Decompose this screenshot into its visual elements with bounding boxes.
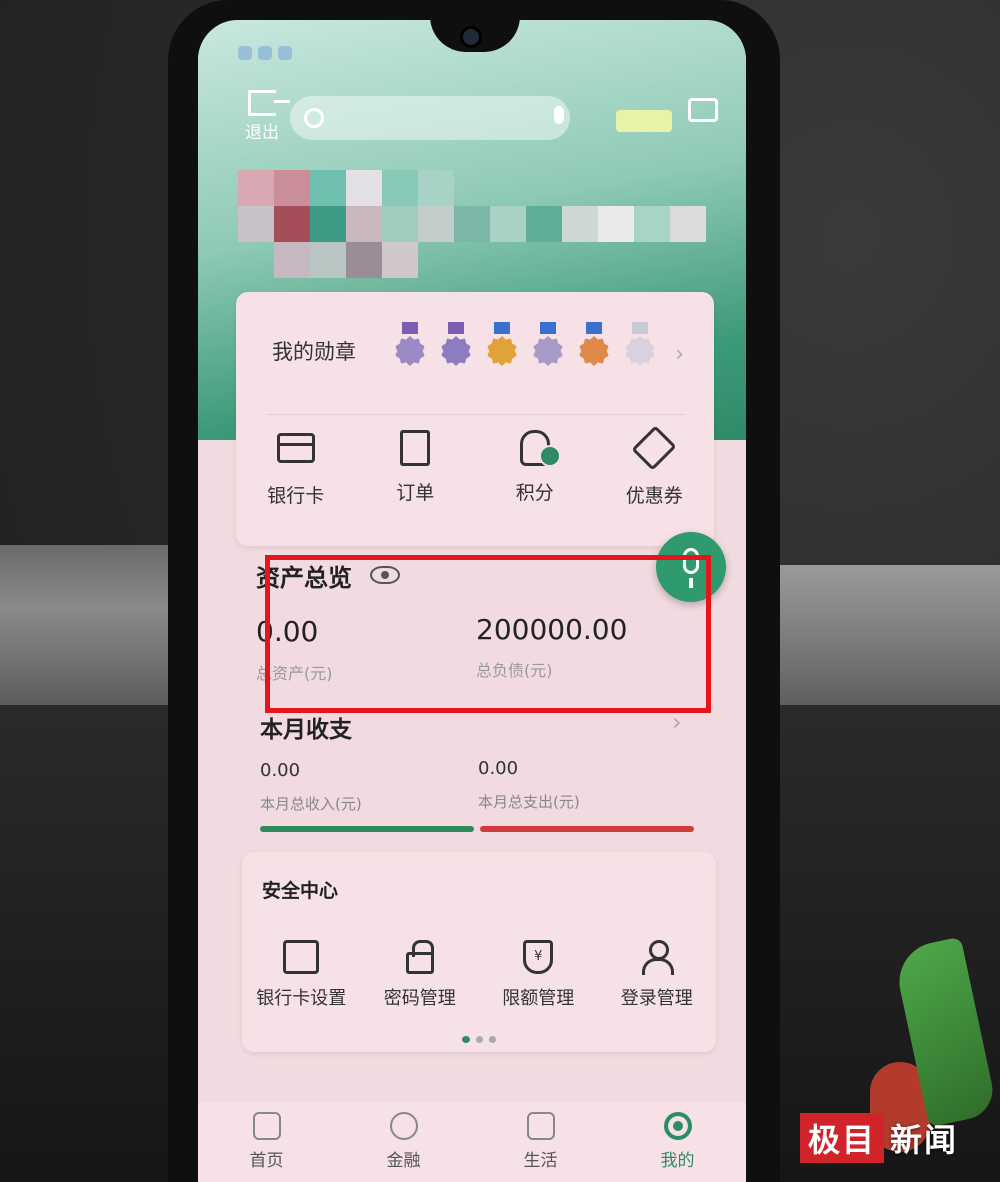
quick-label: 订单: [396, 482, 435, 504]
divider: [266, 414, 686, 415]
nav-home[interactable]: 首页: [222, 1112, 312, 1171]
logout-button[interactable]: 退出: [238, 90, 290, 143]
search-input[interactable]: [290, 96, 570, 140]
nav-life[interactable]: 生活: [496, 1112, 586, 1171]
security-label: 登录管理: [620, 988, 693, 1009]
security-title: 安全中心: [262, 880, 339, 902]
security-label: 银行卡设置: [256, 988, 347, 1009]
status-bar: [238, 46, 292, 60]
medal-icon: [578, 322, 610, 368]
medal-list[interactable]: [394, 322, 656, 368]
medal-icon: [486, 322, 518, 368]
security-password[interactable]: 密码管理: [362, 940, 478, 1010]
security-label: 限额管理: [502, 988, 575, 1009]
quick-actions: 银行卡 订单 积分 优惠券: [236, 425, 714, 508]
status-icon: [238, 46, 252, 60]
highlight-box: [265, 555, 711, 713]
nav-label: 金融: [386, 1151, 421, 1171]
security-login[interactable]: 登录管理: [599, 940, 715, 1010]
watermark-red-part: 极目: [800, 1113, 885, 1163]
income-bar: [260, 826, 474, 832]
quick-points[interactable]: 积分: [485, 430, 585, 508]
life-icon: [526, 1112, 555, 1140]
medal-icon: [624, 322, 656, 368]
home-icon: [252, 1112, 281, 1140]
quick-label: 优惠券: [625, 485, 683, 507]
nav-finance[interactable]: 金融: [359, 1112, 449, 1171]
security-center-card: 安全中心 银行卡设置 密码管理 ¥ 限额管理 登录管理: [242, 852, 716, 1052]
top-toolbar: 退出: [228, 90, 728, 160]
order-icon: [396, 430, 434, 466]
monthly-income-label: 本月总收入(元): [260, 795, 362, 813]
lock-icon: [405, 940, 434, 974]
status-icon: [278, 46, 292, 60]
front-camera: [460, 26, 482, 48]
medal-icon: [394, 322, 426, 368]
voice-search-icon[interactable]: [554, 106, 564, 124]
medal-icon: [532, 322, 564, 368]
limit-shield-icon: ¥: [523, 940, 554, 974]
monthly-expense-label: 本月总支出(元): [478, 793, 580, 811]
profile-icon: [663, 1112, 692, 1140]
watermark-logo: 极目 新闻: [800, 1112, 964, 1164]
monthly-expense-value: 0.00: [478, 758, 519, 779]
page-dot: [489, 1036, 496, 1043]
promo-tag[interactable]: [616, 110, 672, 132]
search-icon: [304, 108, 324, 128]
page-dot: [476, 1036, 483, 1043]
card-settings-icon: [283, 940, 320, 974]
bottom-navigation: 首页 金融 生活 我的: [198, 1102, 746, 1182]
quick-coupons[interactable]: 优惠券: [604, 425, 704, 508]
status-icon: [258, 46, 272, 60]
page-dot: [462, 1036, 470, 1043]
logout-label: 退出: [245, 123, 279, 143]
chevron-right-icon[interactable]: ›: [675, 342, 684, 367]
user-login-icon: [641, 940, 674, 975]
medal-title: 我的勋章: [272, 340, 356, 364]
pixelated-username: [238, 170, 738, 280]
medal-icon: [440, 322, 472, 368]
nav-label: 我的: [660, 1151, 695, 1171]
security-actions: 银行卡设置 密码管理 ¥ 限额管理 登录管理: [242, 940, 716, 1010]
quick-bank-card[interactable]: 银行卡: [246, 430, 346, 508]
quick-label: 银行卡: [267, 485, 325, 507]
monthly-income-value: 0.00: [260, 760, 301, 781]
message-icon[interactable]: [688, 98, 718, 122]
nav-profile[interactable]: 我的: [633, 1112, 723, 1171]
dashboard-trim-right: [770, 565, 1000, 725]
nav-label: 首页: [249, 1151, 284, 1171]
bank-card-icon: [276, 433, 315, 469]
coupon-icon: [631, 425, 677, 471]
page-indicator: [462, 1036, 496, 1043]
logout-icon: [248, 90, 290, 116]
points-icon: [516, 430, 561, 467]
security-card-settings[interactable]: 银行卡设置: [243, 940, 359, 1010]
medal-card: 我的勋章 › 银行卡 订单 积分 优惠券: [236, 292, 714, 546]
finance-icon: [389, 1112, 418, 1140]
security-limit[interactable]: ¥ 限额管理: [480, 940, 596, 1010]
quick-label: 积分: [515, 482, 554, 504]
watermark-white-part: 新闻: [890, 1121, 959, 1159]
expense-bar: [480, 826, 694, 832]
quick-orders[interactable]: 订单: [365, 430, 465, 508]
security-label: 密码管理: [383, 988, 456, 1009]
nav-label: 生活: [523, 1151, 558, 1171]
monthly-title[interactable]: 本月收支: [260, 710, 352, 744]
